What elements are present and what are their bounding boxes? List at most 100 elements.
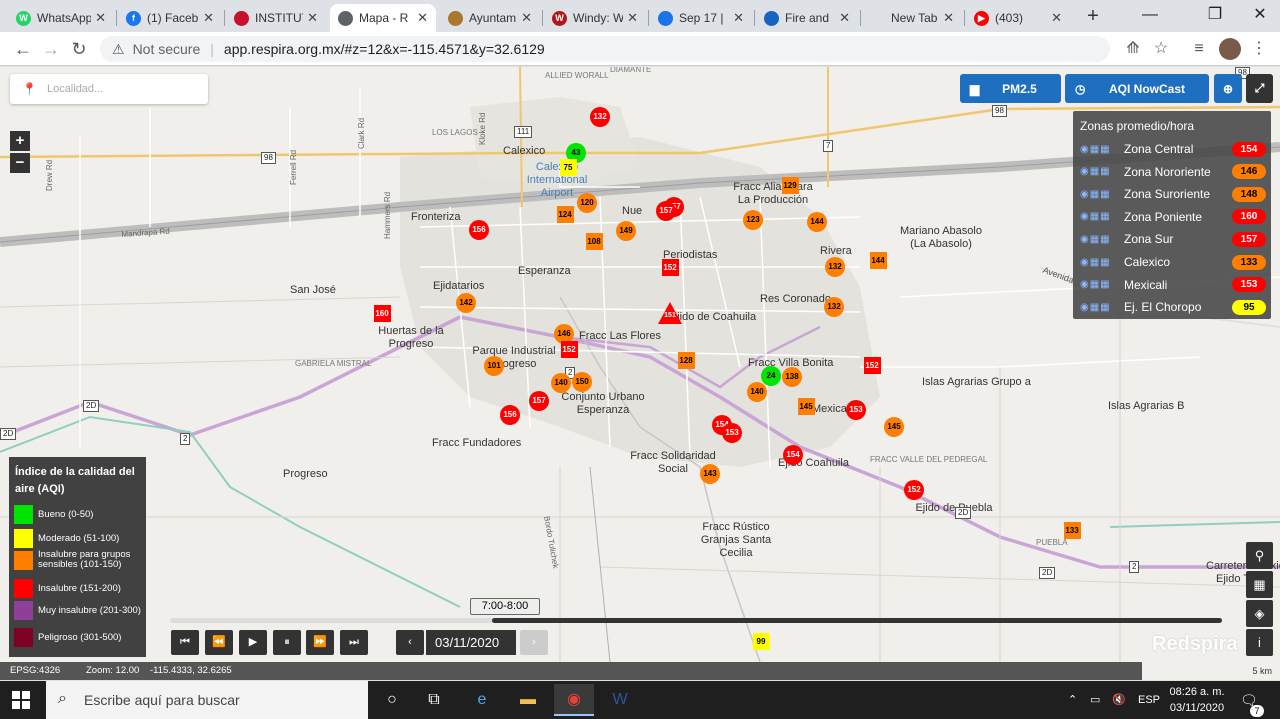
aqi-marker[interactable]: 138 (782, 367, 802, 387)
aqi-marker[interactable]: 152 (863, 356, 881, 374)
zone-view-icons[interactable]: ◉▦▦ (1080, 257, 1124, 268)
aqi-nowcast-button[interactable]: ◷ AQI NowCast (1065, 74, 1209, 103)
zone-view-icons[interactable]: ◉▦▦ (1080, 211, 1124, 222)
tab-close-icon[interactable]: ✕ (1051, 10, 1062, 26)
zone-view-icons[interactable]: ◉▦▦ (1080, 166, 1124, 177)
zoom-in-button[interactable]: + (10, 131, 30, 151)
tray-chevron-icon[interactable]: ⌃ (1068, 681, 1077, 719)
browser-tab[interactable]: Ayuntam ✕ (440, 4, 540, 32)
aqi-marker[interactable]: 24 (761, 366, 781, 386)
zone-view-icons[interactable]: ◉▦▦ (1080, 189, 1124, 200)
aqi-marker[interactable]: 152 (904, 480, 924, 500)
task-view-icon[interactable]: ⧉ (414, 684, 454, 716)
layers-tool-button[interactable]: ◈ (1246, 600, 1273, 627)
edge-icon[interactable]: e (462, 684, 502, 716)
reload-icon[interactable]: ↻ (68, 38, 90, 60)
aqi-marker[interactable]: 140 (747, 382, 767, 402)
aqi-marker[interactable]: 152 (560, 340, 578, 358)
tab-close-icon[interactable]: ✕ (627, 10, 638, 26)
zone-row[interactable]: ◉▦▦ Mexicali 153 (1080, 275, 1266, 295)
tab-close-icon[interactable]: ✕ (943, 10, 954, 26)
zone-row[interactable]: ◉▦▦ Zona Nororiente 146 (1080, 162, 1266, 182)
browser-tab[interactable]: Mapa - R ✕ (330, 4, 436, 32)
browser-tab[interactable]: W Windy: W ✕ (544, 4, 646, 32)
aqi-marker[interactable]: 156 (500, 405, 520, 425)
aqi-marker[interactable]: 160 (373, 304, 391, 322)
aqi-marker[interactable]: 142 (456, 293, 476, 313)
forward-button[interactable]: ⏩ (306, 630, 334, 655)
tab-close-icon[interactable]: ✕ (307, 10, 318, 26)
skip-last-button[interactable]: ⏭ (340, 630, 368, 655)
timeline-slider[interactable] (170, 618, 1222, 623)
aqi-marker[interactable]: 157 (529, 391, 549, 411)
aqi-marker[interactable]: 153 (846, 400, 866, 420)
browser-tab[interactable]: Sep 17 | ✕ (650, 4, 752, 32)
zone-row[interactable]: ◉▦▦ Zona Central 154 (1080, 139, 1266, 159)
fullscreen-button[interactable]: ⤢ (1246, 74, 1273, 103)
minimize-button[interactable]: — (1130, 3, 1170, 27)
tab-close-icon[interactable]: ✕ (95, 10, 106, 26)
zone-row[interactable]: ◉▦▦ Zona Poniente 160 (1080, 207, 1266, 227)
aqi-marker[interactable]: 153 (722, 423, 742, 443)
address-bar[interactable]: ⚠ Not secure | app.respira.org.mx/#z=12&… (100, 36, 1110, 62)
pm25-button[interactable]: ▆ PM2.5 (960, 74, 1061, 103)
skip-first-button[interactable]: ⏮ (171, 630, 199, 655)
volume-muted-icon[interactable]: 🔇 (1112, 681, 1126, 719)
tab-close-icon[interactable]: ✕ (203, 10, 214, 26)
zone-view-icons[interactable]: ◉▦▦ (1080, 279, 1124, 290)
tab-close-icon[interactable]: ✕ (521, 10, 532, 26)
profile-avatar[interactable] (1219, 38, 1241, 60)
aqi-marker[interactable]: 75 (559, 158, 577, 176)
menu-icon[interactable]: ⋮ (1248, 38, 1270, 60)
previous-date-button[interactable]: ‹ (396, 630, 424, 655)
locality-search-input[interactable]: 📍 Localidad... (10, 74, 208, 104)
tab-close-icon[interactable]: ✕ (417, 10, 428, 26)
aqi-marker[interactable]: 124 (556, 205, 574, 223)
date-field[interactable]: 03/11/2020 (426, 630, 516, 655)
table-tool-button[interactable]: ▦ (1246, 571, 1273, 598)
aqi-marker[interactable]: 149 (616, 221, 636, 241)
aqi-marker[interactable]: 143 (700, 464, 720, 484)
aqi-marker[interactable]: 99 (752, 632, 770, 650)
back-icon[interactable]: ← (12, 38, 34, 60)
aqi-marker[interactable]: 144 (807, 212, 827, 232)
aqi-marker[interactable]: 129 (781, 176, 799, 194)
taskbar-clock[interactable]: 08:26 a. m. 03/11/2020 (1162, 684, 1232, 716)
pause-button[interactable]: ⏸ (273, 630, 301, 655)
aqi-marker[interactable]: 132 (824, 297, 844, 317)
play-button[interactable]: ▶ (239, 630, 267, 655)
aqi-marker[interactable]: 144 (869, 251, 887, 269)
browser-tab[interactable]: New Tab ✕ (862, 4, 962, 32)
aqi-marker[interactable]: 156 (469, 220, 489, 240)
cortana-icon[interactable]: ○ (372, 684, 412, 716)
zone-view-icons[interactable]: ◉▦▦ (1080, 144, 1124, 155)
windows-start-icon[interactable] (12, 691, 30, 709)
reading-list-icon[interactable]: ≡ (1188, 38, 1210, 60)
aqi-marker[interactable]: 132 (825, 257, 845, 277)
star-icon[interactable]: ☆ (1150, 38, 1172, 60)
globe-button[interactable]: ⊕ (1214, 74, 1242, 103)
browser-tab[interactable]: ▶ (403) ✕ (966, 4, 1070, 32)
taskbar-search-input[interactable]: ⌕ Escribe aquí para buscar (46, 681, 368, 719)
aqi-marker[interactable]: 132 (590, 107, 610, 127)
maximize-button[interactable]: ❐ (1195, 3, 1235, 27)
language-indicator[interactable]: ESP (1138, 681, 1160, 719)
marker-tool-button[interactable]: ⚲ (1246, 542, 1273, 569)
zone-row[interactable]: ◉▦▦ Zona Sur 157 (1080, 229, 1266, 249)
aqi-marker[interactable]: 140 (551, 373, 571, 393)
next-date-button[interactable]: › (520, 630, 548, 655)
rewind-button[interactable]: ⏪ (205, 630, 233, 655)
aqi-marker[interactable]: 101 (484, 356, 504, 376)
file-explorer-icon[interactable]: ▬ (508, 684, 548, 716)
browser-tab[interactable]: INSTITUT ✕ (226, 4, 326, 32)
network-icon[interactable]: ▭ (1090, 681, 1100, 719)
browser-tab[interactable]: Fire and ✕ (756, 4, 858, 32)
aqi-marker[interactable]: 145 (797, 397, 815, 415)
tab-close-icon[interactable]: ✕ (839, 10, 850, 26)
aqi-marker[interactable]: 150 (572, 372, 592, 392)
aqi-marker[interactable]: 120 (577, 193, 597, 213)
aqi-marker[interactable]: 133 (1063, 521, 1081, 539)
aqi-marker[interactable]: 145 (884, 417, 904, 437)
zone-row[interactable]: ◉▦▦ Zona Suroriente 148 (1080, 184, 1266, 204)
new-tab-button[interactable]: + (1082, 5, 1104, 27)
